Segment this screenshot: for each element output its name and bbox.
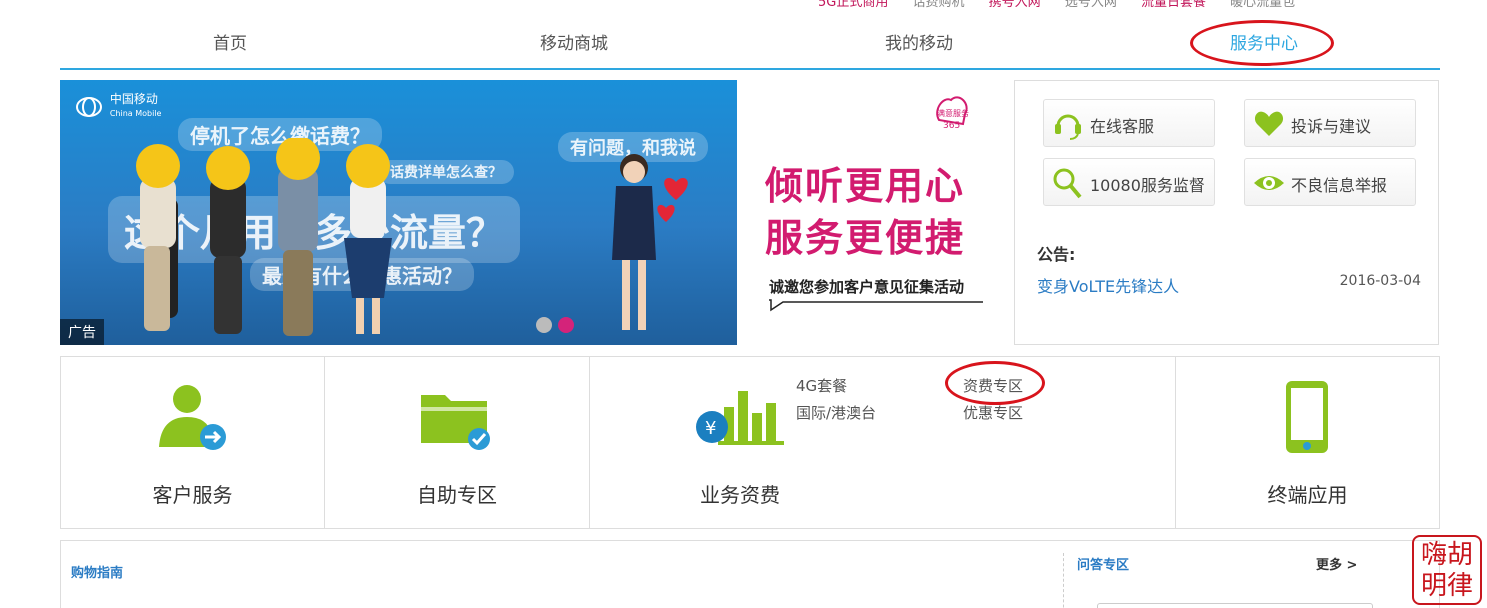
notice-date: 2016-03-04: [1339, 273, 1421, 289]
bottom-section: 购物指南 问答专区 更多 >: [60, 540, 1440, 608]
slogan-line-1: 倾听更用心: [765, 164, 966, 208]
folder-check-icon: [421, 395, 490, 450]
nav-item-home[interactable]: 首页: [213, 29, 247, 54]
link-international[interactable]: 国际/港澳台: [796, 402, 876, 423]
online-support-button[interactable]: 在线客服: [1043, 99, 1215, 147]
svg-text:¥: ¥: [705, 418, 716, 439]
carousel-dot-active[interactable]: [558, 317, 574, 333]
service-panel: 在线客服 投诉与建议 10080服务监督 不良信息举报 公告: 变身VoLTE先…: [1014, 80, 1439, 345]
top-promo-links: 5G正式商用 话费购机 携号入网 选号入网 流量日套餐 暖心流量包: [818, 0, 1315, 10]
nav-item-my-mobile[interactable]: 我的移动: [885, 29, 953, 54]
brand-en: China Mobile: [109, 109, 162, 118]
svg-text:满意服务: 满意服务: [937, 108, 969, 118]
speech-tail-decoration: [769, 299, 983, 312]
category-title: 自助专区: [417, 483, 497, 507]
ad-label: 广告: [60, 319, 104, 345]
user-transfer-icon: [159, 385, 226, 450]
category-row: 客户服务 自助专区 ¥ 业务资费 4G套餐 资费专区 国际/港澳台 优惠专区 终…: [60, 356, 1440, 529]
banner-image[interactable]: 中国移动 China Mobile 停机了怎么缴话费？ 话费详单怎么查？ 这个月…: [60, 80, 737, 345]
china-mobile-logo: 中国移动 China Mobile: [76, 93, 161, 120]
complaint-suggestion-button[interactable]: 投诉与建议: [1244, 99, 1416, 147]
complaint-suggestion-label: 投诉与建议: [1291, 117, 1372, 136]
promo-banner[interactable]: 中国移动 China Mobile 停机了怎么缴话费？ 话费详单怎么查？ 这个月…: [60, 80, 995, 345]
online-support-label: 在线客服: [1090, 117, 1155, 136]
banner-sub-slogan: 诚邀您参加客户意见征集活动: [769, 278, 965, 296]
svg-text:365: 365: [943, 121, 960, 131]
category-terminal-apps[interactable]: 终端应用: [1176, 357, 1439, 528]
carousel-dots: [536, 317, 580, 337]
top-link[interactable]: 话费购机: [913, 0, 965, 10]
service-agent-illustration: [612, 154, 688, 330]
banner-slogan-panel[interactable]: 满意服务 365 倾听更用心 服务更便捷 诚邀您参加客户意见征集活动: [737, 80, 995, 345]
main-nav: 首页 移动商城 我的移动 服务中心: [60, 26, 1440, 70]
top-link[interactable]: 流量日套餐: [1141, 0, 1206, 10]
qa-title[interactable]: 问答专区: [1077, 554, 1129, 573]
slogan-line-2: 服务更便捷: [765, 216, 966, 260]
top-link[interactable]: 选号入网: [1065, 0, 1117, 10]
phone-icon: [1286, 381, 1328, 453]
top-link[interactable]: 暖心流量包: [1230, 0, 1295, 10]
notice-title: 公告:: [1037, 245, 1076, 264]
people-illustration: [136, 138, 392, 336]
category-title: 终端应用: [1267, 483, 1348, 507]
section-divider: [1063, 553, 1064, 608]
headset-icon: [1055, 114, 1081, 140]
shopping-guide-title[interactable]: 购物指南: [71, 562, 123, 581]
yuan-chart-icon: ¥: [696, 391, 784, 445]
more-link[interactable]: 更多 >: [1316, 554, 1357, 573]
carousel-dot[interactable]: [536, 317, 552, 333]
service-supervision-label: 10080服务监督: [1090, 176, 1205, 195]
notice-link[interactable]: 变身VoLTE先锋达人: [1037, 273, 1179, 297]
link-discount-zone[interactable]: 优惠专区: [963, 402, 1023, 423]
category-title: 业务资费: [700, 483, 780, 507]
nav-item-mall[interactable]: 移动商城: [540, 29, 608, 54]
service-supervision-button[interactable]: 10080服务监督: [1043, 158, 1215, 206]
category-title: 客户服务: [152, 483, 233, 507]
brand-cn: 中国移动: [109, 92, 158, 106]
page: 5G正式商用 话费购机 携号入网 选号入网 流量日套餐 暖心流量包 首页 移动商…: [0, 0, 1487, 608]
link-4g-plan[interactable]: 4G套餐: [796, 375, 847, 396]
banner-slogan: 倾听更用心 服务更便捷: [765, 160, 965, 264]
report-bad-info-button[interactable]: 不良信息举报: [1244, 158, 1416, 206]
category-self-service[interactable]: 自助专区: [325, 357, 590, 528]
qa-box: [1097, 603, 1373, 608]
category-business-fees[interactable]: ¥ 业务资费 4G套餐 资费专区 国际/港澳台 优惠专区: [590, 357, 1176, 528]
heart-icon: [1254, 111, 1284, 136]
eye-icon: [1254, 176, 1284, 190]
category-customer-service[interactable]: 客户服务: [61, 357, 325, 528]
magnifier-icon: [1053, 168, 1082, 199]
artist-seal: 嗨胡 明律: [1412, 535, 1482, 605]
top-link[interactable]: 携号入网: [989, 0, 1041, 10]
report-bad-info-label: 不良信息举报: [1291, 176, 1388, 195]
china-mobile-logo-icon: [76, 96, 102, 117]
top-link[interactable]: 5G正式商用: [818, 0, 888, 10]
satisfaction-365-badge-icon: 满意服务 365: [936, 96, 969, 131]
link-fee-zone[interactable]: 资费专区: [963, 375, 1023, 396]
nav-item-service-center[interactable]: 服务中心: [1230, 29, 1298, 54]
